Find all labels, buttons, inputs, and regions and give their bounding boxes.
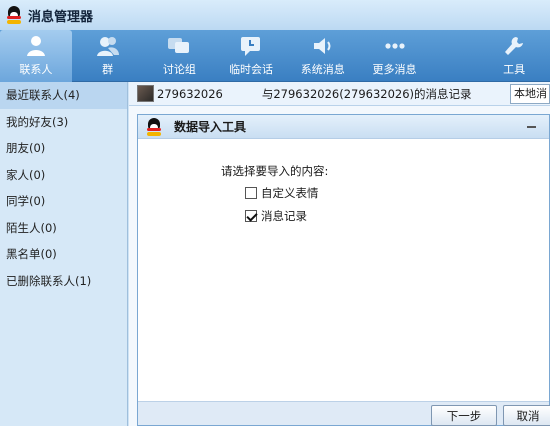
minimize-button[interactable] xyxy=(525,119,537,131)
toolbar-tools-button[interactable]: 工具 xyxy=(478,30,550,82)
option-custom-emoticons[interactable]: 自定义表情 xyxy=(245,185,319,201)
sidebar-item-friends[interactable]: 朋友(0) xyxy=(0,135,127,162)
toolbar-discussions-button[interactable]: 讨论组 xyxy=(143,30,215,82)
toolbar-label: 讨论组 xyxy=(162,63,196,76)
checkbox-message-records[interactable] xyxy=(245,210,257,222)
title-bar: 消息管理器 xyxy=(0,0,550,30)
app-title: 消息管理器 xyxy=(28,9,94,25)
watermark-text-2: 经验 xyxy=(471,376,496,391)
toolbar-label: 工具 xyxy=(503,63,526,76)
toolbar-groups-button[interactable]: 群 xyxy=(72,30,144,82)
sidebar-item-classmates[interactable]: 同学(0) xyxy=(0,188,127,215)
avatar[interactable] xyxy=(137,85,154,102)
wrench-icon xyxy=(502,35,526,57)
sidebar-item-blacklist[interactable]: 黑名单(0) xyxy=(0,241,127,268)
next-button[interactable]: 下一步 xyxy=(431,405,497,426)
option-label: 自定义表情 xyxy=(261,186,319,200)
checkbox-custom-emoticons[interactable] xyxy=(245,187,257,199)
discussion-icon xyxy=(167,35,191,57)
qq-penguin-icon xyxy=(146,117,162,136)
option-label: 消息记录 xyxy=(261,209,307,223)
toolbar-contacts-button[interactable]: 联系人 xyxy=(0,30,72,82)
person-icon xyxy=(24,35,48,57)
speaker-icon xyxy=(311,35,335,57)
more-icon xyxy=(383,35,407,57)
contact-header: 279632026 与279632026(279632026)的消息记录 本地消 xyxy=(129,82,550,106)
qq-penguin-logo xyxy=(6,6,22,24)
toolbar-label: 更多消息 xyxy=(372,63,417,76)
message-scope-select[interactable]: 本地消 xyxy=(510,84,550,104)
group-icon xyxy=(96,35,120,57)
sidebar-item-my-friends[interactable]: 我的好友(3) xyxy=(0,109,127,136)
sidebar-item-recent[interactable]: 最近联系人(4) xyxy=(0,82,127,109)
dialog-body: 请选择要导入的内容: 自定义表情 消息记录 xyxy=(138,139,549,401)
sidebar-item-strangers[interactable]: 陌生人(0) xyxy=(0,215,127,242)
contact-groups-sidebar: 最近联系人(4) 我的好友(3) 朋友(0) 家人(0) 同学(0) 陌生人(0… xyxy=(0,82,128,426)
paw-icon xyxy=(450,374,469,392)
watermark-text: Bai xyxy=(426,376,448,390)
toolbar-label: 联系人 xyxy=(19,63,53,76)
toolbar-temp-session-button[interactable]: 临时会话 xyxy=(215,30,287,82)
contact-id: 279632026 xyxy=(157,86,223,101)
dialog-title-bar: 数据导入工具 xyxy=(138,115,549,139)
toolbar-label: 临时会话 xyxy=(229,63,274,76)
baidu-watermark: Bai 经验 xyxy=(426,370,536,396)
toolbar-label: 系统消息 xyxy=(300,63,345,76)
cancel-button[interactable]: 取消 xyxy=(503,405,550,426)
toolbar-system-messages-button[interactable]: 系统消息 xyxy=(287,30,359,82)
main-toolbar: 联系人 群 讨论组 临时会话 系统消息 更多消息 工具 xyxy=(0,30,550,82)
dialog-footer: 下一步 取消 xyxy=(138,401,550,426)
toolbar-more-messages-button[interactable]: 更多消息 xyxy=(359,30,431,82)
dialog-title: 数据导入工具 xyxy=(174,120,247,134)
history-title: 与279632026(279632026)的消息记录 xyxy=(261,86,472,101)
toolbar-label: 群 xyxy=(102,63,114,76)
sidebar-item-deleted[interactable]: 已删除联系人(1) xyxy=(0,268,127,295)
temp-session-icon xyxy=(239,35,263,57)
minimize-icon xyxy=(526,126,536,128)
import-prompt: 请选择要导入的内容: xyxy=(221,164,329,178)
option-message-records[interactable]: 消息记录 xyxy=(245,208,307,224)
sidebar-item-family[interactable]: 家人(0) xyxy=(0,162,127,189)
